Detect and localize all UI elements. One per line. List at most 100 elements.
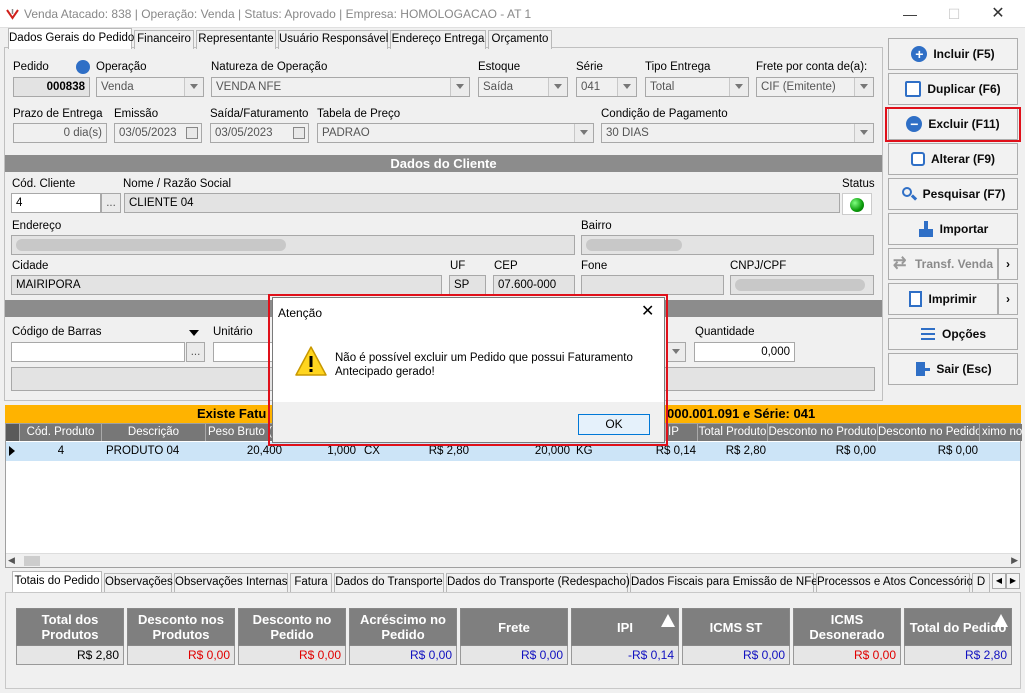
menu-icon [920, 326, 936, 342]
col-cod-produto[interactable]: Cód. Produto [20, 424, 102, 441]
cidade-field[interactable]: MAIRIPORA [11, 275, 442, 295]
col-desconto-produto[interactable]: Desconto no Produto [768, 424, 878, 441]
tab-dados-gerais[interactable]: Dados Gerais do Pedido [8, 28, 134, 49]
tabs-scroll-left-icon[interactable]: ◀ [992, 573, 1006, 589]
saida-field[interactable]: 03/05/2023 [210, 123, 309, 143]
duplicar-button[interactable]: Duplicar (F6) [888, 73, 1018, 105]
tab-financeiro[interactable]: Financeiro [134, 30, 194, 49]
unidade-select[interactable] [666, 342, 686, 362]
bairro-label: Bairro [581, 220, 612, 232]
tipo-entrega-select[interactable]: Total [645, 77, 749, 97]
opcoes-button[interactable]: Opções [888, 318, 1018, 350]
tabs-scroll-right-icon[interactable]: ▶ [1006, 573, 1020, 589]
pesquisar-button[interactable]: Pesquisar (F7) [888, 178, 1018, 210]
col-maximo[interactable]: ximo no I [980, 424, 1022, 441]
incluir-button[interactable]: + Incluir (F5) [888, 38, 1018, 70]
maximize-icon[interactable]: ☐ [944, 6, 964, 22]
tab-orcamento[interactable]: Orçamento [488, 30, 552, 49]
cnpj-field[interactable] [730, 275, 874, 295]
uf-field[interactable]: SP [449, 275, 486, 295]
cidade-label: Cidade [12, 260, 49, 272]
cliente-lookup-button[interactable]: ... [101, 193, 121, 213]
unitario-label: Unitário [213, 326, 253, 338]
unitario-input[interactable] [213, 342, 273, 362]
frete-select[interactable]: CIF (Emitente) [756, 77, 874, 97]
prazo-field[interactable]: 0 dia(s) [13, 123, 107, 143]
cliente-section-title: Dados do Cliente [5, 155, 882, 172]
barras-lookup-button[interactable]: ... [186, 342, 205, 362]
col-total-produto[interactable]: Total Produto [698, 424, 768, 441]
chevron-right-icon: › [1006, 257, 1010, 271]
refresh-icon [910, 152, 925, 166]
condicao-select[interactable]: 30 DIAS [601, 123, 874, 143]
tab-endereco-entrega[interactable]: Endereço Entrega [390, 30, 486, 49]
natureza-select[interactable]: VENDA NFE [211, 77, 470, 97]
total-value: R$ 2,80 [904, 646, 1012, 665]
calendar-icon[interactable] [293, 127, 305, 139]
row-pointer-icon [9, 446, 15, 456]
status-green-icon [850, 198, 864, 212]
tab-transporte[interactable]: Dados do Transporte [334, 573, 444, 592]
app-logo-icon [6, 9, 19, 20]
sair-button[interactable]: Sair (Esc) [888, 353, 1018, 385]
fone-field[interactable] [581, 275, 724, 295]
col-descricao[interactable]: Descrição [102, 424, 206, 441]
tab-observacoes[interactable]: Observações [104, 573, 173, 592]
emissao-field[interactable]: 03/05/2023 [114, 123, 202, 143]
total-label: Frete [460, 608, 568, 646]
condicao-label: Condição de Pagamento [601, 108, 728, 120]
total-value: R$ 0,00 [793, 646, 901, 665]
grid-corner [6, 424, 20, 441]
tab-totais[interactable]: Totais do Pedido [12, 571, 102, 592]
print-icon [909, 291, 923, 307]
operacao-select[interactable]: Venda [96, 77, 204, 97]
imprimir-more-button[interactable]: › [998, 283, 1018, 315]
scroll-right-icon[interactable]: ▶ [1011, 555, 1018, 566]
close-window-icon[interactable]: ✕ [988, 6, 1008, 22]
scroll-left-icon[interactable]: ◀ [8, 555, 15, 566]
cep-label: CEP [494, 260, 518, 272]
cell-desc-ped: R$ 0,00 [937, 445, 978, 457]
calendar-icon[interactable] [186, 127, 198, 139]
tab-d[interactable]: D [972, 573, 990, 592]
tab-fatura[interactable]: Fatura [290, 573, 332, 592]
total-label: Desconto nos Produtos [127, 608, 235, 646]
cell-desc-prod: R$ 0,00 [835, 445, 876, 457]
cell-cod: 4 [57, 445, 65, 457]
bairro-field[interactable] [581, 235, 874, 255]
serie-select[interactable]: 041 [576, 77, 637, 97]
importar-button[interactable]: Importar [888, 213, 1018, 245]
cod-cliente-input[interactable]: 4 [11, 193, 101, 213]
tab-representante[interactable]: Representante [196, 30, 276, 49]
duplicate-icon [905, 81, 922, 97]
barras-dropdown-icon[interactable] [189, 330, 199, 336]
estoque-select[interactable]: Saída [478, 77, 568, 97]
nome-field[interactable]: CLIENTE 04 [124, 193, 840, 213]
endereco-field[interactable] [11, 235, 575, 255]
tab-observacoes-internas[interactable]: Observações Internas [174, 573, 288, 592]
quantidade-input[interactable]: 0,000 [694, 342, 795, 362]
tab-processos[interactable]: Processos e Atos Concessório [816, 573, 973, 592]
nome-label: Nome / Razão Social [123, 178, 232, 190]
col-peso-bruto[interactable]: Peso Bruto ( [206, 424, 276, 441]
tab-usuario-responsavel[interactable]: Usuário Responsável [278, 30, 388, 49]
tab-dados-fiscais[interactable]: Dados Fiscais para Emissão de NFe [630, 573, 818, 592]
transf-venda-button[interactable]: ⇄ Transf. Venda [888, 248, 998, 280]
minimize-icon[interactable]: — [900, 6, 920, 22]
ok-button[interactable]: OK [578, 414, 650, 435]
scroll-thumb[interactable] [24, 556, 40, 566]
alterar-button[interactable]: Alterar (F9) [888, 143, 1018, 175]
transf-venda-more-button[interactable]: › [998, 248, 1018, 280]
imprimir-button[interactable]: Imprimir [888, 283, 998, 315]
tab-transporte-redespacho[interactable]: Dados do Transporte (Redespacho) [446, 573, 630, 592]
total-label: ICMS Desonerado [793, 608, 901, 646]
tabela-select[interactable]: PADRAO [317, 123, 594, 143]
horizontal-scrollbar[interactable]: ◀ ▶ [6, 553, 1020, 567]
col-ipi[interactable]: IP [666, 424, 698, 441]
barras-input[interactable] [11, 342, 185, 362]
dialog-close-icon[interactable]: ✕ [641, 301, 654, 321]
fone-label: Fone [581, 260, 608, 272]
pedido-field[interactable]: 000838 [13, 77, 90, 97]
col-desconto-pedido[interactable]: Desconto no Pedido [878, 424, 980, 441]
cep-field[interactable]: 07.600-000 [493, 275, 575, 295]
